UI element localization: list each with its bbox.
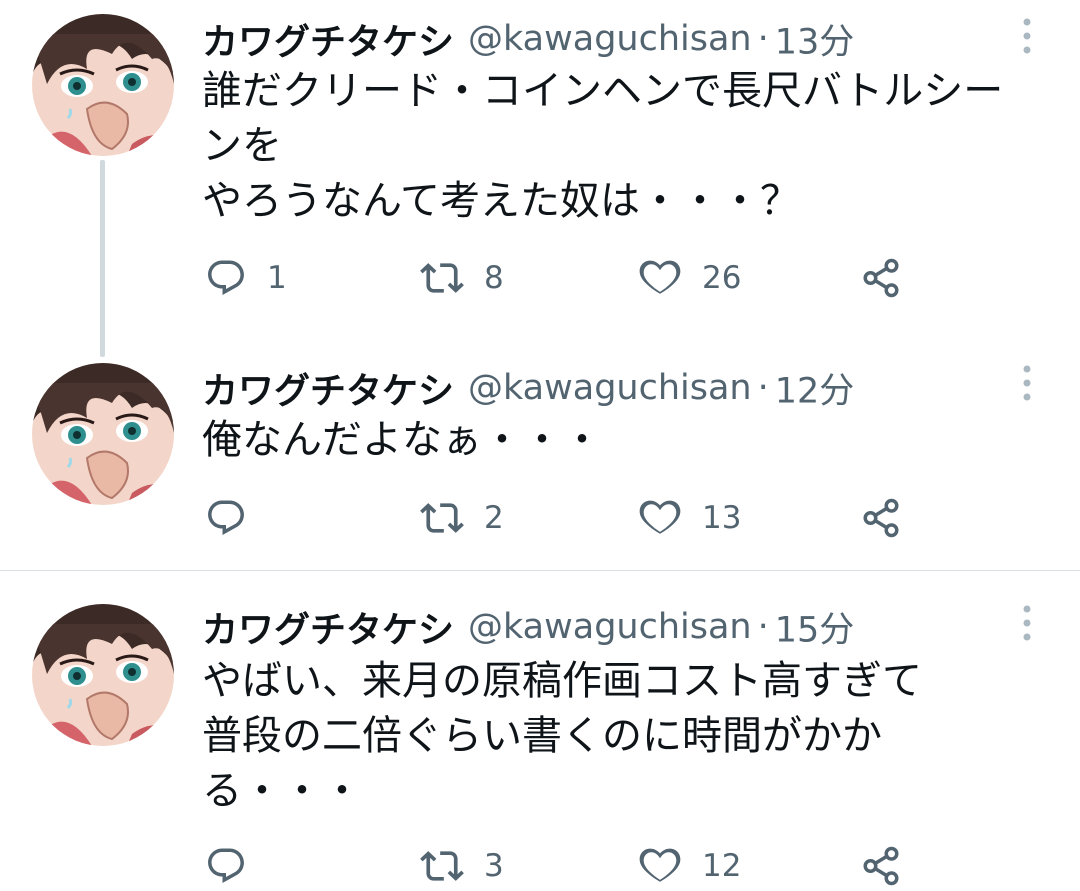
tweet[interactable]: カワグチタケシ @kawaguchisan · 13分 誰だクリード・コインヘンで長尺… (0, 0, 1080, 330)
like-button[interactable]: 13 (638, 493, 741, 543)
tweet-text: 俺なんだよなぁ・・・ (202, 417, 602, 463)
retweet-count: 2 (484, 500, 504, 536)
retweet-icon (420, 496, 464, 540)
timestamp[interactable]: 15分 (775, 611, 855, 651)
retweet-button[interactable]: 3 (420, 841, 504, 891)
user-handle[interactable]: @kawaguchisan (468, 607, 752, 647)
separator-dot: · (757, 19, 769, 59)
heart-icon (638, 496, 682, 540)
tweet-actions: 3 12 (205, 841, 925, 891)
share-icon (860, 257, 902, 299)
tweet-actions: 1 8 26 (205, 253, 925, 303)
like-count: 12 (702, 848, 742, 884)
retweet-button[interactable]: 2 (420, 493, 504, 543)
tweet[interactable]: カワグチタケシ @kawaguchisan · 12分 俺なんだよなぁ・・・ 2 13 (0, 355, 1080, 570)
share-icon (860, 497, 902, 539)
share-button[interactable] (860, 493, 902, 543)
tweet-text: やばい、来月の原稿作画コスト高すぎて 普段の二倍ぐらい書くのに時間がかか る・・… (202, 658, 922, 814)
like-count: 26 (702, 260, 742, 296)
share-icon (860, 845, 902, 887)
more-vertical-icon[interactable] (1016, 16, 1038, 56)
share-button[interactable] (860, 253, 902, 303)
like-button[interactable]: 12 (638, 841, 741, 891)
avatar[interactable] (32, 604, 174, 746)
tweet-text: 誰だクリード・コインヘンで長尺バトルシー ンを やろうなんて考えた奴は・・・？ (202, 68, 1004, 224)
tweet-header: カワグチタケシ @kawaguchisan · 12分 (202, 362, 855, 412)
reply-button[interactable] (205, 841, 267, 891)
reply-icon (205, 497, 247, 539)
like-count: 13 (702, 500, 742, 536)
more-vertical-icon[interactable] (1016, 603, 1038, 643)
display-name[interactable]: カワグチタケシ (202, 610, 454, 651)
retweet-count: 3 (484, 848, 504, 884)
tweet-actions: 2 13 (205, 493, 925, 543)
avatar[interactable] (32, 14, 174, 156)
avatar[interactable] (32, 363, 174, 505)
display-name[interactable]: カワグチタケシ (202, 22, 454, 63)
tweet[interactable]: カワグチタケシ @kawaguchisan · 15分 やばい、来月の原稿作画コスト高… (0, 571, 1080, 890)
reply-count: 1 (267, 260, 287, 296)
share-button[interactable] (860, 841, 902, 891)
retweet-button[interactable]: 8 (420, 253, 504, 303)
timestamp[interactable]: 13分 (775, 23, 855, 63)
reply-icon (205, 257, 247, 299)
display-name[interactable]: カワグチタケシ (202, 371, 454, 412)
retweet-icon (420, 844, 464, 888)
timestamp[interactable]: 12分 (775, 372, 855, 412)
like-button[interactable]: 26 (638, 253, 741, 303)
retweet-icon (420, 256, 464, 300)
reply-button[interactable] (205, 493, 267, 543)
more-vertical-icon[interactable] (1016, 363, 1038, 403)
tweet-header: カワグチタケシ @kawaguchisan · 13分 (202, 13, 855, 63)
separator-dot: · (757, 607, 769, 647)
heart-icon (638, 256, 682, 300)
retweet-count: 8 (484, 260, 504, 296)
user-handle[interactable]: @kawaguchisan (468, 368, 752, 408)
user-handle[interactable]: @kawaguchisan (468, 19, 752, 59)
reply-icon (205, 845, 247, 887)
separator-dot: · (757, 368, 769, 408)
reply-button[interactable]: 1 (205, 253, 287, 303)
tweet-header: カワグチタケシ @kawaguchisan · 15分 (202, 601, 855, 651)
heart-icon (638, 844, 682, 888)
